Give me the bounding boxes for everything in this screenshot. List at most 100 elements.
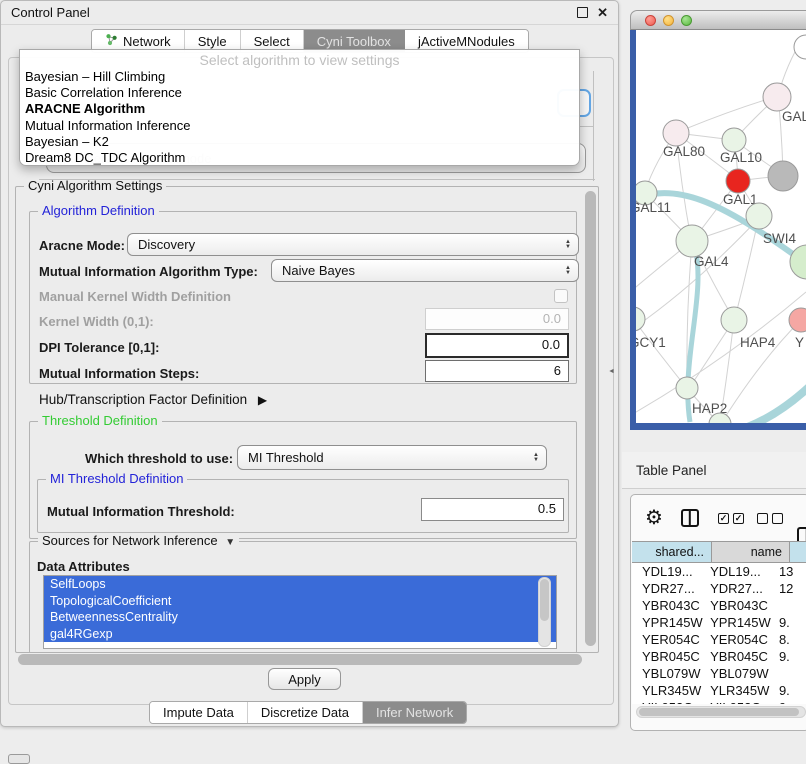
table-row[interactable]: YBR045CYBR045C9. (632, 648, 806, 665)
close-traffic-light-icon[interactable] (645, 15, 656, 26)
combo-arrows-icon: ▲▼ (565, 266, 571, 276)
cyni-algorithm-settings-title: Cyni Algorithm Settings (24, 178, 166, 193)
table-row[interactable]: YER054CYER054C8. (632, 631, 806, 648)
algorithm-option-mutual-information-inference[interactable]: Mutual Information Inference (20, 118, 579, 134)
network-edge[interactable] (636, 319, 685, 386)
attributes-scrollbar-thumb[interactable] (540, 579, 549, 621)
table-cell: YLR345W (704, 683, 774, 698)
tab-impute-data[interactable]: Impute Data (150, 702, 248, 723)
clipped-widget[interactable] (8, 754, 30, 764)
attribute-item-selfloops[interactable]: SelfLoops (44, 576, 556, 593)
mi-threshold-label: Mutual Information Threshold: (47, 504, 235, 519)
node-label-gal80: GAL80 (663, 144, 705, 159)
which-threshold-combobox[interactable]: MI Threshold ▲▼ (237, 445, 547, 470)
bottom-tab-bar: Impute DataDiscretize DataInfer Network (149, 701, 467, 724)
apply-button-label: Apply (288, 672, 321, 687)
network-node-gal80[interactable] (663, 120, 689, 146)
table-panel: ⚙ ✓ ✓ shared...name YDL19...YDL19...13YD… (630, 494, 806, 731)
dpi-tolerance-input[interactable]: 0.0 (425, 333, 569, 358)
control-panel-window: Control Panel ✕ NetworkStyleSelectCyni T… (0, 0, 619, 727)
table-header-row: shared...name (632, 541, 806, 563)
unchecked-checkbox-icon (772, 513, 783, 524)
tab-discretize-data[interactable]: Discretize Data (248, 702, 363, 723)
hide-columns-icon[interactable] (757, 513, 783, 524)
network-window-titlebar[interactable] (630, 10, 806, 30)
manual-kernel-width-checkbox[interactable] (554, 289, 568, 303)
algorithm-option-basic-correlation-inference[interactable]: Basic Correlation Inference (20, 85, 579, 101)
float-window-icon[interactable] (577, 7, 588, 18)
network-graph: GALGAL80GAL10GAL1GAL11GAL4SWI4GCY1HAP4YH… (636, 30, 806, 423)
network-node[interactable] (768, 161, 798, 191)
table-cell: YDR27... (632, 581, 704, 596)
split-pane-handle-icon[interactable]: ◄ (608, 368, 615, 375)
tab-infer-network[interactable]: Infer Network (363, 702, 466, 723)
attribute-item-topologicalcoefficient[interactable]: TopologicalCoefficient (44, 593, 556, 610)
table-scrollbar-track[interactable] (636, 706, 806, 718)
kernel-width-input[interactable]: 0.0 (425, 308, 569, 330)
table-row[interactable]: YPR145WYPR145W9. (632, 614, 806, 631)
mi-algorithm-type-label: Mutual Information Algorithm Type: (39, 264, 258, 279)
maximize-traffic-light-icon[interactable] (681, 15, 692, 26)
algorithm-option-bayesian-k2[interactable]: Bayesian – K2 (20, 134, 579, 150)
table-rows: YDL19...YDL19...13YDR27...YDR27...12YBR0… (632, 563, 806, 704)
table-cell: 9. (774, 615, 806, 630)
table-row[interactable]: YBR043CYBR043C (632, 597, 806, 614)
column-header-name[interactable]: name (712, 541, 790, 563)
mi-steps-input[interactable]: 6 (425, 360, 569, 382)
table-row[interactable]: YIL052CYIL052C9 (632, 699, 806, 704)
algorithm-option-dream8-dc-tdc-algorithm[interactable]: Dream8 DC_TDC Algorithm (20, 150, 579, 166)
attributes-scrollbar-track[interactable] (538, 577, 551, 647)
hub-definition-toggle[interactable]: Hub/Transcription Factor Definition ▶ (39, 392, 267, 407)
algorithm-option-bayesian-hill-climbing[interactable]: Bayesian – Hill Climbing (20, 69, 579, 85)
algorithm-dropdown-placeholder: Select algorithm to view settings (20, 50, 579, 69)
network-node-gcy1[interactable] (636, 307, 645, 331)
network-node[interactable] (794, 35, 806, 59)
close-icon[interactable]: ✕ (597, 8, 608, 18)
table-row[interactable]: YDL19...YDL19...13 (632, 563, 806, 580)
algorithm-dropdown-popup: Select algorithm to view settings Bayesi… (19, 49, 580, 166)
settings-horizontal-scrollbar[interactable] (18, 654, 582, 665)
aracne-mode-combobox[interactable]: Discovery ▲▼ (127, 233, 579, 256)
network-edge[interactable] (678, 96, 778, 132)
network-view-canvas[interactable]: GALGAL80GAL10GAL1GAL11GAL4SWI4GCY1HAP4YH… (636, 30, 806, 423)
attribute-item-betweennesscentrality[interactable]: BetweennessCentrality (44, 609, 556, 626)
table-row[interactable]: YDR27...YDR27...12 (632, 580, 806, 597)
columns-icon[interactable] (681, 509, 699, 527)
minimize-traffic-light-icon[interactable] (663, 15, 674, 26)
network-node-gal4[interactable] (676, 225, 708, 257)
table-cell: YIL052C (632, 700, 704, 704)
column-header-shared[interactable]: shared... (632, 541, 712, 563)
network-node-gal10[interactable] (722, 128, 746, 152)
settings-vertical-scrollbar[interactable] (585, 191, 596, 646)
network-node-gal[interactable] (763, 83, 791, 111)
network-node-gal1[interactable] (726, 169, 750, 193)
table-scrollbar-thumb[interactable] (639, 708, 799, 716)
table-cell: 8. (774, 632, 806, 647)
mi-algorithm-type-combobox[interactable]: Naive Bayes ▲▼ (271, 259, 579, 282)
gear-icon[interactable]: ⚙ (645, 508, 663, 528)
attribute-item-gal4rgexp[interactable]: gal4RGexp (44, 626, 556, 643)
apply-button[interactable]: Apply (268, 668, 341, 690)
table-cell: 9. (774, 649, 806, 664)
show-columns-icon[interactable]: ✓ ✓ (718, 513, 744, 524)
network-node-hap2[interactable] (676, 377, 698, 399)
data-attributes-list[interactable]: SelfLoopsTopologicalCoefficientBetweenne… (43, 575, 557, 649)
table-row[interactable]: YLR345WYLR345W9. (632, 682, 806, 699)
network-edge-thick[interactable] (732, 386, 806, 423)
column-header-clipped[interactable] (790, 541, 806, 563)
which-threshold-label: Which threshold to use: (85, 451, 233, 466)
network-node[interactable] (746, 203, 772, 229)
checked-checkbox-icon: ✓ (718, 513, 729, 524)
unchecked-checkbox-icon (757, 513, 768, 524)
table-row[interactable]: YBL079WYBL079W (632, 665, 806, 682)
kernel-width-label: Kernel Width (0,1): (39, 314, 154, 329)
sources-title[interactable]: Sources for Network Inference ▼ (38, 533, 239, 548)
algorithm-option-aracne-algorithm[interactable]: ARACNE Algorithm (20, 101, 579, 117)
node-label-gal11: GAL11 (636, 200, 671, 215)
mi-threshold-input[interactable]: 0.5 (421, 498, 564, 521)
network-node-hap4[interactable] (721, 307, 747, 333)
table-cell: YBR045C (632, 649, 704, 664)
network-edge[interactable] (636, 292, 806, 415)
network-node-y[interactable] (789, 308, 806, 332)
table-cell: YBR045C (704, 649, 774, 664)
